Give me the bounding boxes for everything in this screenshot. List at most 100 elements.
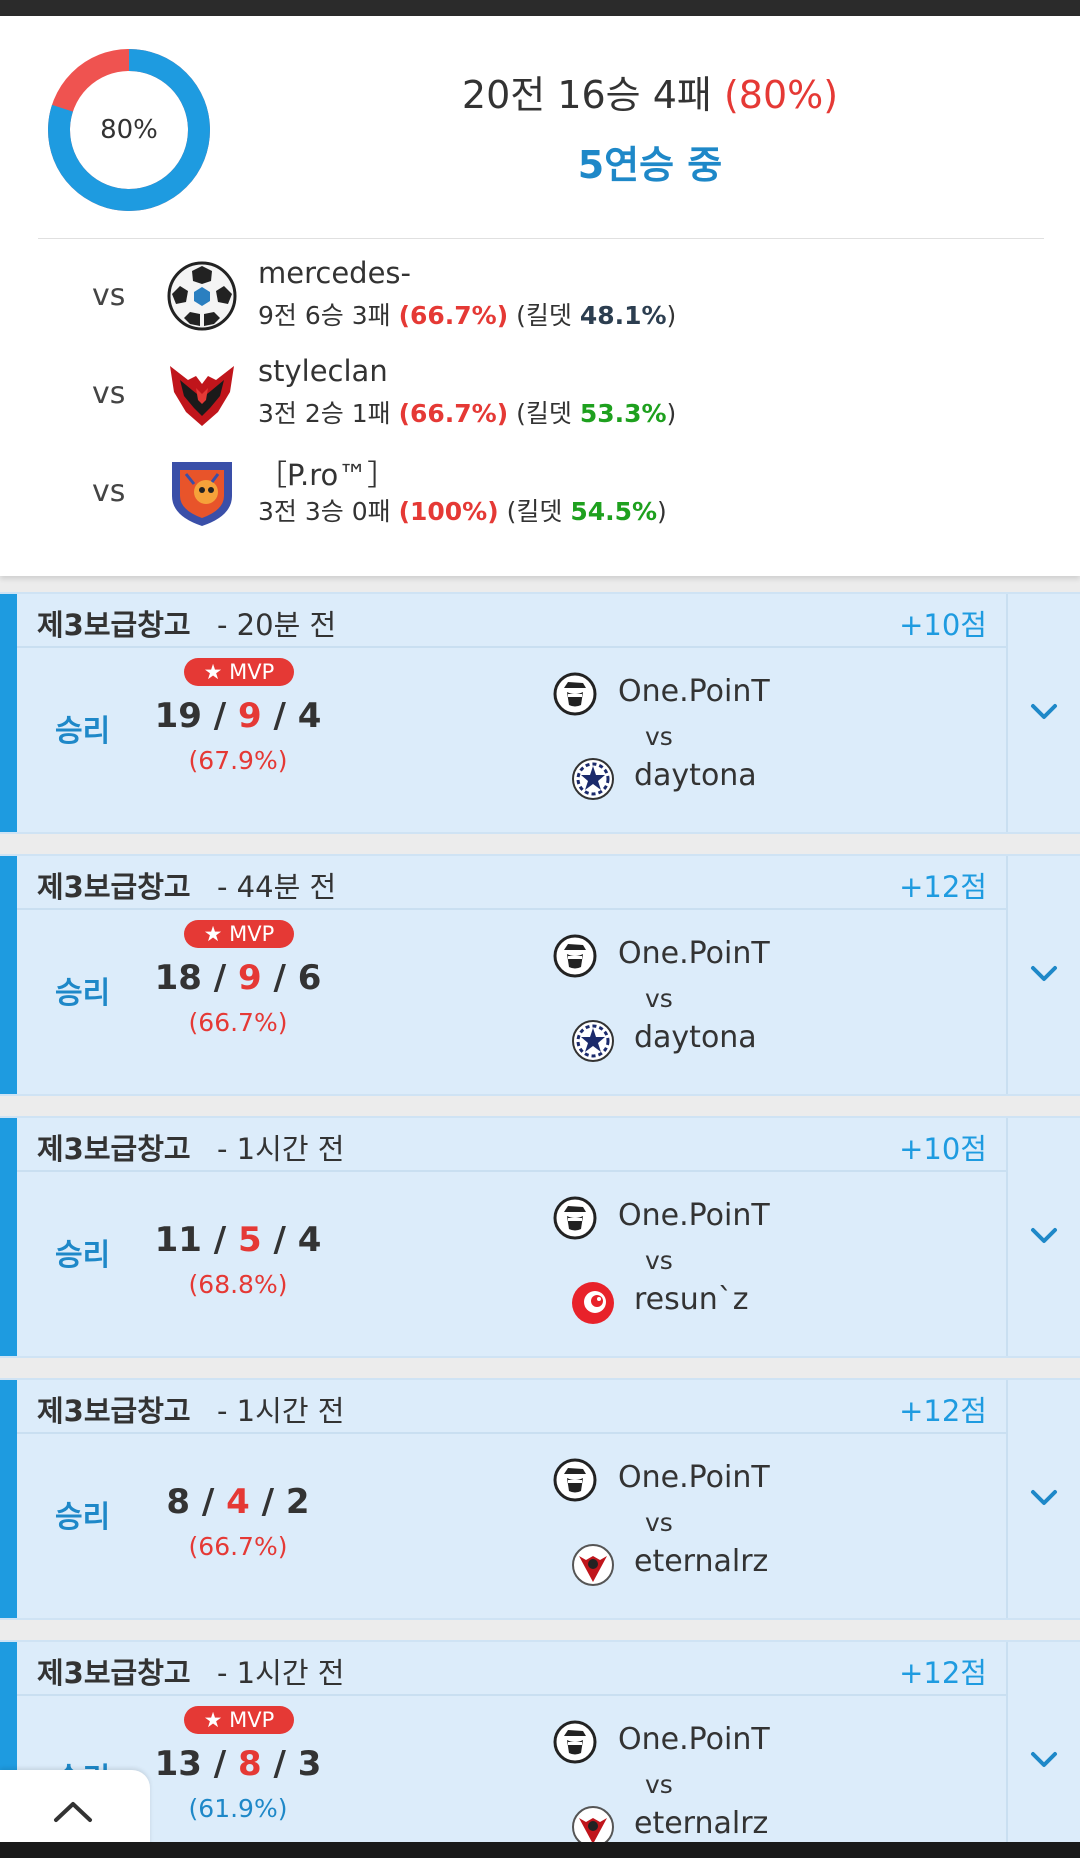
chevron-down-icon[interactable] <box>1026 956 1062 992</box>
match-card[interactable]: 제3보급창고 - 1시간 전 +10점 승리 11 / 5 / 4 (68.8%… <box>0 1116 1080 1358</box>
kill-percent: (66.7%) <box>188 1008 288 1037</box>
opponent-name: styleclan <box>258 354 388 388</box>
kill-percent: (68.8%) <box>188 1270 288 1299</box>
vs-label: vs <box>92 474 126 509</box>
win-streak: 5연승 중 <box>577 143 723 187</box>
kill-percent: (61.9%) <box>188 1794 288 1823</box>
match-card[interactable]: 제3보급창고 - 1시간 전 +12점 승리 8 / 4 / 2 (66.7%)… <box>0 1378 1080 1620</box>
opponent-logo-icon <box>570 756 616 802</box>
divider <box>1006 594 1008 832</box>
overall-record: 20전 16승 4패 (80%) <box>300 64 1000 119</box>
match-card[interactable]: 제3보급창고 - 20분 전 +10점 승리 ★ MVP 19 / 9 / 4 … <box>0 592 1080 834</box>
divider <box>38 238 1044 239</box>
match-header: 제3보급창고 - 1시간 전 +12점 <box>17 1380 1007 1434</box>
match-header: 제3보급창고 - 1시간 전 +10점 <box>17 1118 1007 1172</box>
match-time: - 20분 전 <box>217 608 337 642</box>
vs-label: vs <box>645 984 673 1013</box>
opponent-logo-icon <box>570 1018 616 1064</box>
team-logo-icon <box>552 1719 598 1765</box>
match-time: - 1시간 전 <box>217 1394 345 1428</box>
team-logo-icon <box>552 671 598 717</box>
red-eagle-logo-icon <box>170 366 234 426</box>
record-text: 20전 16승 4패 <box>461 73 724 117</box>
vs-label: vs <box>92 278 126 313</box>
team-name: One.PoinT <box>618 1460 770 1495</box>
map-name: 제3보급창고 <box>37 870 191 904</box>
result-indicator-bar <box>0 1118 17 1356</box>
map-name: 제3보급창고 <box>37 1656 191 1690</box>
match-time: - 44분 전 <box>217 870 337 904</box>
opponent-row[interactable]: vs styleclan 3전 2승 1패 (66.7%) (킬뎃 53.3%) <box>0 350 1080 440</box>
match-card[interactable]: 제3보급창고 - 1시간 전 +12점 승리 ★ MVP 13 / 8 / 3 … <box>0 1640 1080 1858</box>
vs-label: vs <box>645 1246 673 1275</box>
match-header: 제3보급창고 - 44분 전 +12점 <box>17 856 1007 910</box>
mvp-badge: ★ MVP <box>184 1706 294 1734</box>
result-indicator-bar <box>0 1380 17 1618</box>
points-gained: +12점 <box>899 870 987 904</box>
team-logo-icon <box>552 1457 598 1503</box>
kill-percent: (67.9%) <box>188 746 288 775</box>
opponent-logo-icon <box>570 1280 616 1326</box>
status-bar <box>0 0 1080 16</box>
divider <box>1006 1380 1008 1618</box>
match-header: 제3보급창고 - 1시간 전 +12점 <box>17 1642 1007 1696</box>
kda: 11 / 5 / 4 <box>154 1220 322 1260</box>
points-gained: +10점 <box>899 1132 987 1166</box>
kda: 18 / 9 / 6 <box>154 958 322 998</box>
team-logo-icon <box>552 933 598 979</box>
chevron-down-icon[interactable] <box>1026 694 1062 730</box>
kda: 8 / 4 / 2 <box>166 1482 310 1522</box>
chevron-down-icon[interactable] <box>1026 1480 1062 1516</box>
team-logo-icon <box>552 1195 598 1241</box>
win-rate-label: 80% <box>100 115 158 145</box>
points-gained: +12점 <box>899 1394 987 1428</box>
match-result: 승리 <box>55 714 111 749</box>
team-name: One.PoinT <box>618 674 770 709</box>
flame-mascot-logo-icon <box>172 462 232 526</box>
record-percent: (80%) <box>723 73 839 117</box>
match-card[interactable]: 제3보급창고 - 44분 전 +12점 승리 ★ MVP 18 / 9 / 6 … <box>0 854 1080 1096</box>
match-time: - 1시간 전 <box>217 1656 345 1690</box>
map-name: 제3보급창고 <box>37 1132 191 1166</box>
vs-label: vs <box>645 722 673 751</box>
opponent-row[interactable]: vs mercedes- 9전 6승 3패 (66.7%) (킬뎃 48.1%) <box>0 252 1080 342</box>
opponent-name: ［P.ro™］ <box>258 458 397 492</box>
chevron-down-icon[interactable] <box>1026 1742 1062 1778</box>
divider <box>1006 1118 1008 1356</box>
opponent-stats: 9전 6승 3패 (66.7%) (킬뎃 48.1%) <box>258 301 677 330</box>
map-name: 제3보급창고 <box>37 1394 191 1428</box>
opponent-row[interactable]: vs ［P.ro™］ 3전 3승 0패 (100%) (킬뎃 54.5%) <box>0 448 1080 538</box>
opponent-team-name: resun`z <box>634 1282 749 1317</box>
vs-label: vs <box>645 1508 673 1537</box>
map-name: 제3보급창고 <box>37 608 191 642</box>
result-indicator-bar <box>0 856 17 1094</box>
kill-percent: (66.7%) <box>188 1532 288 1561</box>
opponent-name: mercedes- <box>258 256 411 290</box>
opponent-team-name: daytona <box>634 758 757 793</box>
divider <box>1006 856 1008 1094</box>
record-summary: 80% 20전 16승 4패 (80%) 5연승 중 vs mercedes- … <box>0 16 1080 576</box>
kda: 13 / 8 / 3 <box>154 1744 322 1784</box>
match-result: 승리 <box>55 1238 111 1273</box>
match-time: - 1시간 전 <box>217 1132 345 1166</box>
navigation-bar <box>0 1842 1080 1858</box>
opponent-team-name: eternalrz <box>634 1806 769 1841</box>
opponent-stats: 3전 3승 0패 (100%) (킬뎃 54.5%) <box>258 497 667 526</box>
opponent-team-name: daytona <box>634 1020 757 1055</box>
vs-label: vs <box>92 376 126 411</box>
opponent-logo-icon <box>570 1542 616 1588</box>
match-header: 제3보급창고 - 20분 전 +10점 <box>17 594 1007 648</box>
match-result: 승리 <box>55 1500 111 1535</box>
points-gained: +12점 <box>899 1656 987 1690</box>
points-gained: +10점 <box>899 608 987 642</box>
match-result: 승리 <box>55 976 111 1011</box>
mvp-badge: ★ MVP <box>184 658 294 686</box>
opponent-stats: 3전 2승 1패 (66.7%) (킬뎃 53.3%) <box>258 399 677 428</box>
team-name: One.PoinT <box>618 1722 770 1757</box>
chevron-down-icon[interactable] <box>1026 1218 1062 1254</box>
kda: 19 / 9 / 4 <box>154 696 322 736</box>
team-name: One.PoinT <box>618 936 770 971</box>
vs-label: vs <box>645 1770 673 1799</box>
mvp-badge: ★ MVP <box>184 920 294 948</box>
team-name: One.PoinT <box>618 1198 770 1233</box>
